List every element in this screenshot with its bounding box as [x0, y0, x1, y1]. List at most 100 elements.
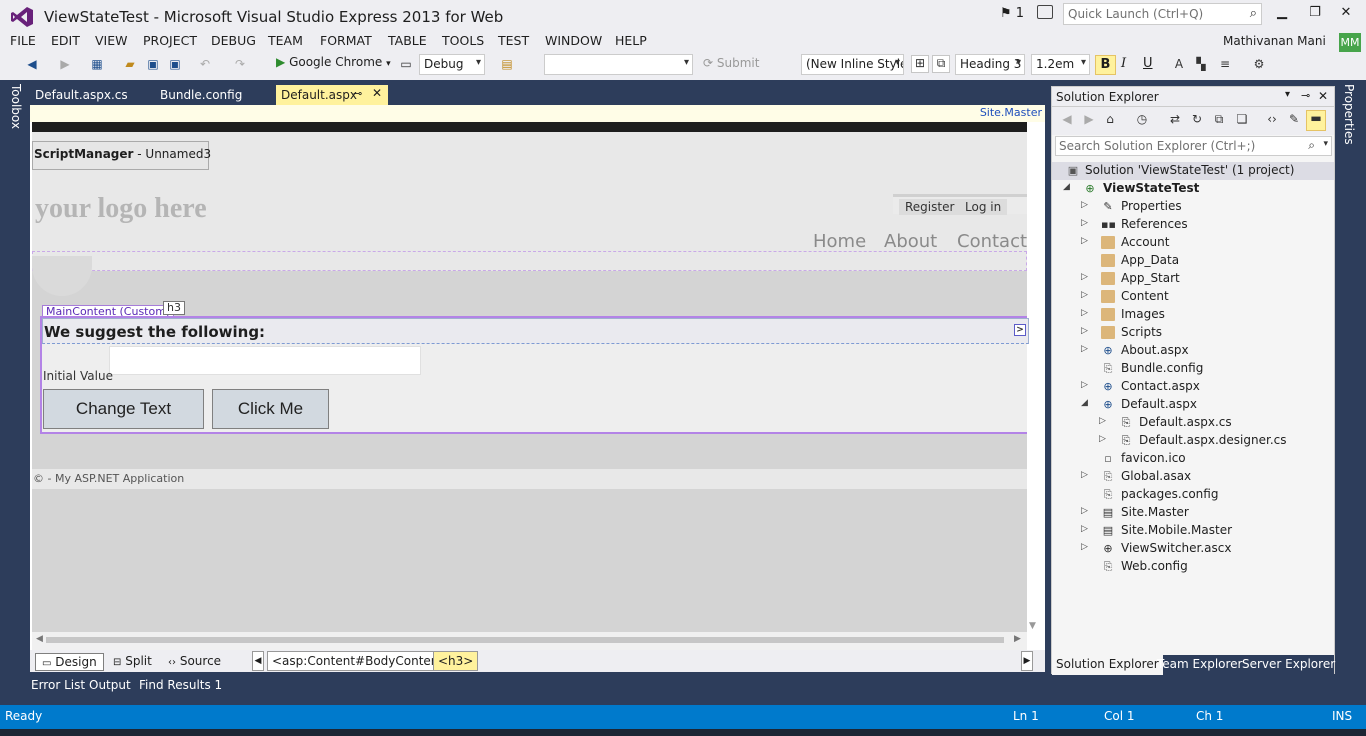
tree-node-account[interactable]: ▷ Account	[1052, 234, 1334, 252]
collapsed-arrow-icon[interactable]: ▷	[1081, 308, 1088, 318]
menu-window[interactable]: WINDOW	[545, 33, 602, 48]
underline-button[interactable]: U	[1143, 56, 1153, 71]
tab-default-aspx[interactable]: Default.aspx ⊸ ✕	[276, 85, 388, 105]
menu-file[interactable]: FILE	[10, 33, 36, 48]
collapsed-arrow-icon[interactable]: ▷	[1081, 506, 1088, 516]
toolbox-tab[interactable]: Toolbox	[9, 84, 23, 129]
italic-button[interactable]: I	[1121, 56, 1126, 71]
show-all-files-icon[interactable]: ❏	[1235, 112, 1249, 126]
target-select[interactable]	[544, 54, 693, 75]
minimize-button[interactable]: ▁	[1272, 5, 1292, 23]
highlight-icon[interactable]: ▚	[1194, 57, 1208, 71]
back-icon[interactable]: ◀	[25, 57, 39, 71]
show-overlay-icon[interactable]: ⊞	[911, 55, 929, 73]
collapsed-arrow-icon[interactable]: ▷	[1081, 326, 1088, 336]
menu-help[interactable]: HELP	[615, 33, 647, 48]
close-icon[interactable]: ✕	[1318, 89, 1328, 103]
main-content-region[interactable]: We suggest the following: > Initial Valu…	[40, 316, 1029, 434]
featured-content-placeholder[interactable]	[32, 251, 1027, 271]
tree-node-properties[interactable]: ▷ ✎ Properties	[1052, 198, 1334, 216]
tree-node-viewswitcher[interactable]: ▷ ⊕ ViewSwitcher.ascx	[1052, 540, 1334, 558]
collapsed-arrow-icon[interactable]: ▷	[1081, 344, 1088, 354]
collapsed-arrow-icon[interactable]: ▷	[1099, 434, 1106, 444]
tree-node-default-designer-cs[interactable]: ▷ ⎘ Default.aspx.designer.cs	[1052, 432, 1334, 450]
collapse-all-icon[interactable]: ⧉	[1212, 112, 1226, 126]
undo-icon[interactable]: ↶	[198, 57, 212, 71]
tree-node-site-master[interactable]: ▷ ▤ Site.Master	[1052, 504, 1334, 522]
suggestion-heading[interactable]: We suggest the following: >	[42, 318, 1029, 344]
script-manager-control[interactable]: ScriptManager - Unnamed3	[32, 141, 211, 170]
smart-tag-expander[interactable]: >	[1014, 324, 1026, 336]
h3-tag[interactable]: h3	[163, 301, 185, 315]
collapsed-arrow-icon[interactable]: ▷	[1099, 416, 1106, 426]
tree-node-site-mobile-master[interactable]: ▷ ▤ Site.Mobile.Master	[1052, 522, 1334, 540]
tab-server-explorer[interactable]: Server Explorer	[1238, 655, 1339, 675]
tab-error-list[interactable]: Error List	[31, 678, 85, 692]
align-icon[interactable]: ≡	[1218, 57, 1232, 71]
scroll-down-icon[interactable]: ▼	[1029, 621, 1036, 631]
properties-tab[interactable]: Properties	[1342, 84, 1356, 145]
collapsed-arrow-icon[interactable]: ▷	[1081, 236, 1088, 246]
breadcrumb-h3[interactable]: <h3>	[433, 651, 479, 671]
scroll-left-icon[interactable]: ◀	[36, 634, 43, 644]
collapsed-arrow-icon[interactable]: ▷	[1081, 380, 1088, 390]
menu-test[interactable]: TEST	[498, 33, 529, 48]
preview-icon[interactable]: ▬	[1306, 110, 1326, 131]
redo-icon[interactable]: ↷	[233, 57, 247, 71]
change-text-button[interactable]: Change Text	[43, 389, 204, 429]
bold-button[interactable]: B	[1095, 55, 1116, 75]
font-color-icon[interactable]: A	[1172, 57, 1186, 71]
start-debugging-button[interactable]: ▶ Google Chrome ▾	[276, 55, 391, 69]
avatar[interactable]: MM	[1339, 33, 1361, 53]
value-textbox[interactable]	[109, 346, 421, 375]
chevron-down-icon[interactable]: ▾	[1323, 139, 1328, 149]
login-link[interactable]: Log in	[959, 199, 1008, 215]
notifications-button[interactable]: ⚑ 1	[1000, 6, 1024, 21]
nav-home-link[interactable]: Home	[813, 231, 866, 252]
collapsed-arrow-icon[interactable]: ▷	[1081, 272, 1088, 282]
find-in-files-icon[interactable]: ▤	[500, 57, 514, 71]
tree-node-web-config[interactable]: ⎘ Web.config	[1052, 558, 1334, 576]
menu-debug[interactable]: DEBUG	[211, 33, 256, 48]
forward-icon[interactable]: ▶	[1082, 112, 1096, 126]
tab-default-aspx-cs[interactable]: Default.aspx.cs	[30, 85, 133, 105]
menu-tools[interactable]: TOOLS	[442, 33, 484, 48]
horizontal-scrollbar[interactable]: ◀ ▶	[32, 632, 1027, 650]
collapsed-arrow-icon[interactable]: ▷	[1081, 218, 1088, 228]
breadcrumb-forward-icon[interactable]: ▶	[1021, 651, 1033, 671]
menu-format[interactable]: FORMAT	[320, 33, 372, 48]
back-icon[interactable]: ◀	[1060, 112, 1074, 126]
close-button[interactable]: ✕	[1336, 5, 1356, 23]
tree-node-images[interactable]: ▷ Images	[1052, 306, 1334, 324]
menu-edit[interactable]: EDIT	[51, 33, 80, 48]
font-size-select[interactable]: 1.2em	[1031, 54, 1090, 75]
site-master-link[interactable]: Site.Master	[980, 106, 1042, 119]
pin-icon[interactable]: ⊸	[1301, 89, 1310, 102]
menu-table[interactable]: TABLE	[388, 33, 427, 48]
collapsed-arrow-icon[interactable]: ▷	[1081, 524, 1088, 534]
menu-team[interactable]: TEAM	[268, 33, 303, 48]
tab-team-explorer[interactable]: Team Explorer	[1153, 655, 1247, 675]
tree-node-app-data[interactable]: App_Data	[1052, 252, 1334, 270]
collapsed-arrow-icon[interactable]: ▷	[1081, 542, 1088, 552]
breadcrumb-content[interactable]: <asp:Content#BodyContent>	[267, 651, 459, 671]
nav-about-link[interactable]: About	[884, 231, 937, 252]
tree-node-project[interactable]: ◢ ⊕ ViewStateTest	[1052, 180, 1334, 198]
user-name[interactable]: Mathivanan Mani	[1223, 34, 1326, 48]
collapsed-arrow-icon[interactable]: ▷	[1081, 290, 1088, 300]
scrollbar-thumb[interactable]	[46, 637, 1004, 643]
tree-node-contact-aspx[interactable]: ▷ ⊕ Contact.aspx	[1052, 378, 1334, 396]
submit-button[interactable]: ⟳ Submit	[703, 56, 759, 70]
close-icon[interactable]: ✕	[372, 86, 382, 100]
sync-icon[interactable]: ⇄	[1168, 112, 1182, 126]
browser-link-icon[interactable]: ▭	[399, 57, 413, 71]
new-project-icon[interactable]: ▦	[90, 57, 104, 71]
forward-icon[interactable]: ▶	[58, 57, 72, 71]
pin-icon[interactable]: ⊸	[353, 87, 362, 100]
tab-find-results[interactable]: Find Results 1	[139, 678, 222, 692]
tree-node-app-start[interactable]: ▷ App_Start	[1052, 270, 1334, 288]
click-me-button[interactable]: Click Me	[212, 389, 329, 429]
tree-node-solution[interactable]: ▣ Solution 'ViewStateTest' (1 project)	[1052, 162, 1334, 180]
wrench-icon[interactable]: ✎	[1287, 112, 1301, 126]
design-surface[interactable]: ScriptManager - Unnamed3 your logo here …	[32, 132, 1029, 632]
